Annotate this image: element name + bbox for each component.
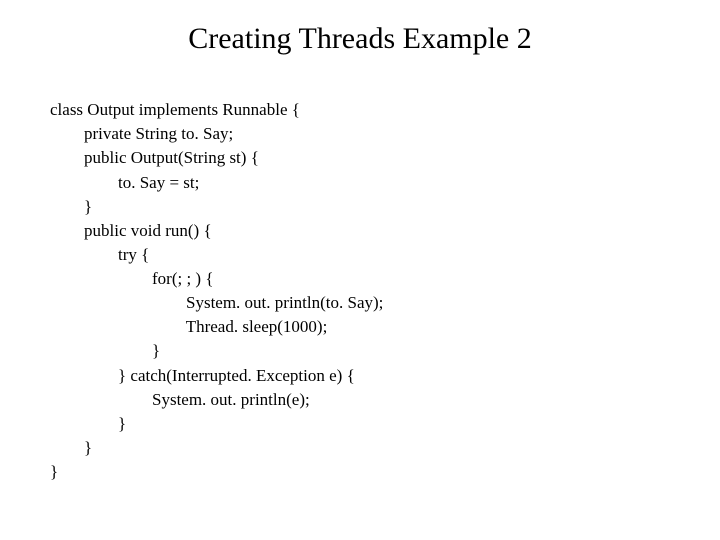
code-line: System. out. println(to. Say); xyxy=(50,293,383,312)
code-line: public void run() { xyxy=(50,221,212,240)
code-line: for(; ; ) { xyxy=(50,269,214,288)
code-line: } xyxy=(50,438,92,457)
code-line: private String to. Say; xyxy=(50,124,233,143)
code-line: } xyxy=(50,341,160,360)
slide: Creating Threads Example 2 class Output … xyxy=(0,0,720,540)
code-line: to. Say = st; xyxy=(50,173,199,192)
code-line: } catch(Interrupted. Exception e) { xyxy=(50,366,355,385)
code-block: class Output implements Runnable { priva… xyxy=(0,74,720,484)
code-line: System. out. println(e); xyxy=(50,390,310,409)
code-line: } xyxy=(50,462,58,481)
code-line: public Output(String st) { xyxy=(50,148,259,167)
slide-title: Creating Threads Example 2 xyxy=(0,0,720,74)
code-line: } xyxy=(50,197,92,216)
code-line: } xyxy=(50,414,126,433)
code-line: Thread. sleep(1000); xyxy=(50,317,327,336)
code-line: class Output implements Runnable { xyxy=(50,100,300,119)
code-line: try { xyxy=(50,245,149,264)
